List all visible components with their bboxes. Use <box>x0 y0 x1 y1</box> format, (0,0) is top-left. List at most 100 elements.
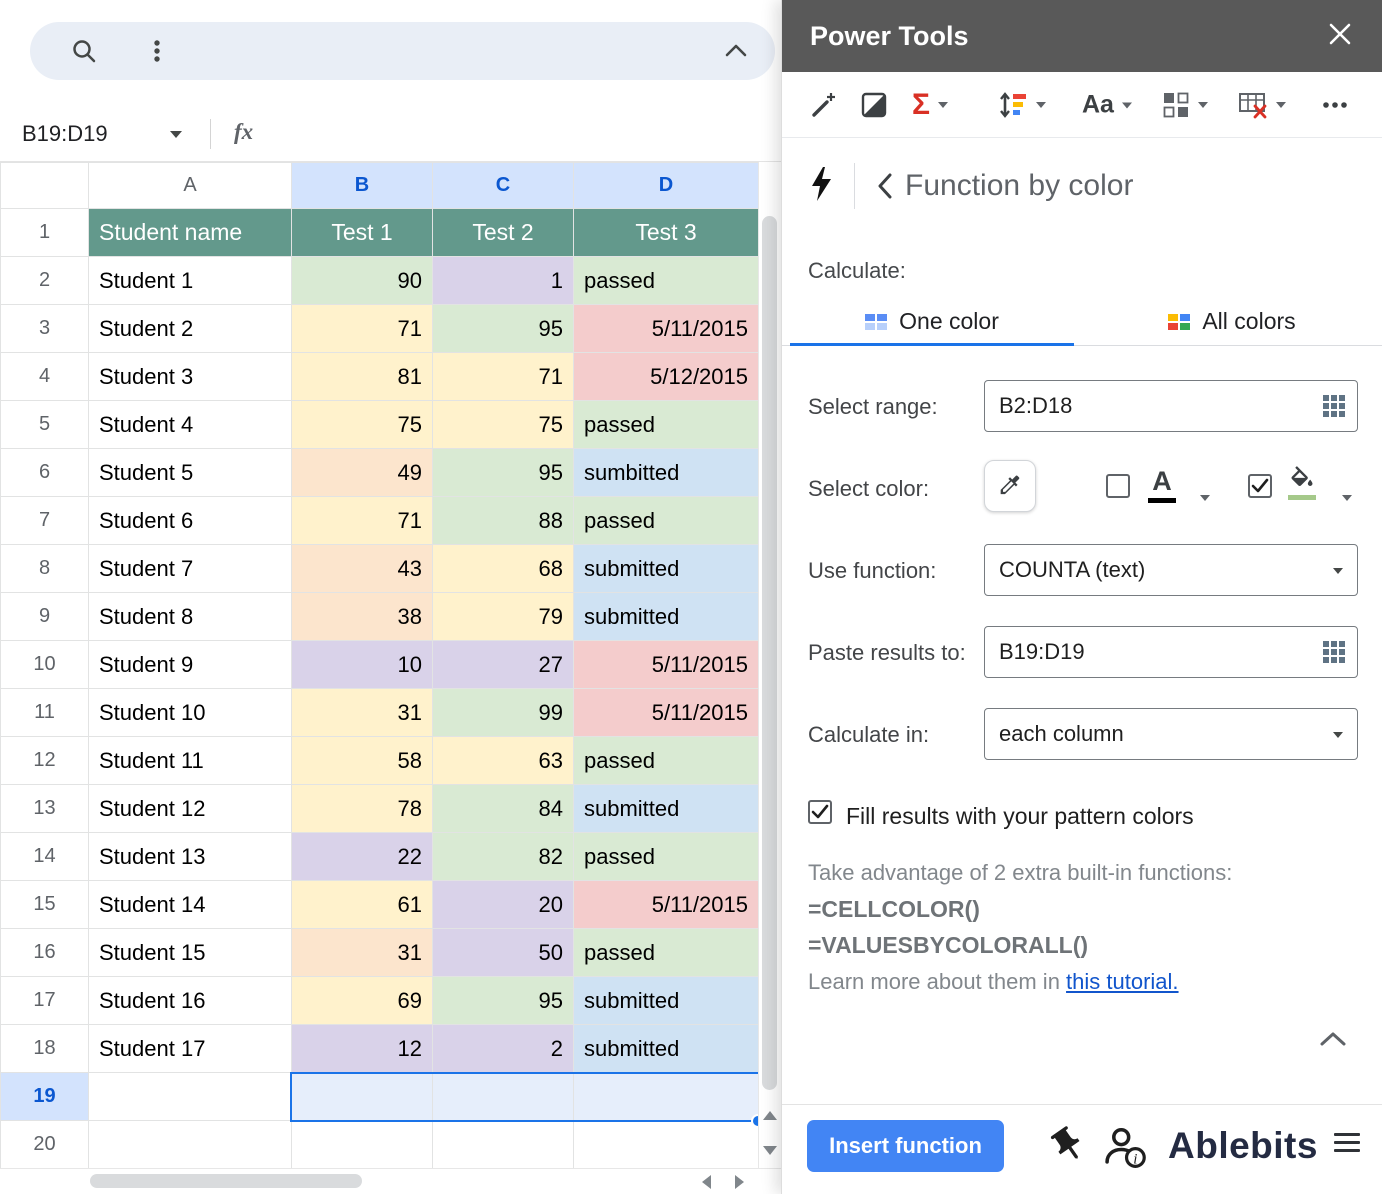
scroll-up-icon[interactable] <box>758 1100 781 1132</box>
cell-C12[interactable]: 63 <box>433 737 574 785</box>
cell-A18[interactable]: Student 17 <box>89 1025 292 1073</box>
row-header-20[interactable]: 20 <box>1 1121 89 1169</box>
more-tools-icon[interactable] <box>1320 90 1350 120</box>
cell-A8[interactable]: Student 7 <box>89 545 292 593</box>
cell-D6[interactable]: sumbitted <box>574 449 759 497</box>
cell-C20[interactable] <box>433 1121 574 1169</box>
cell-A16[interactable]: Student 15 <box>89 929 292 977</box>
horizontal-scrollbar-thumb[interactable] <box>90 1174 362 1188</box>
cell-B17[interactable]: 69 <box>292 977 433 1025</box>
tool-text-case-icon[interactable]: Aa <box>1082 92 1132 117</box>
calculate-in-select[interactable]: each column <box>984 708 1358 760</box>
cell-A13[interactable]: Student 12 <box>89 785 292 833</box>
cell-C9[interactable]: 79 <box>433 593 574 641</box>
cell-A10[interactable]: Student 9 <box>89 641 292 689</box>
cell-D15[interactable]: 5/11/2015 <box>574 881 759 929</box>
cell-C8[interactable]: 68 <box>433 545 574 593</box>
row-header-5[interactable]: 5 <box>1 401 89 449</box>
cell-B18[interactable]: 12 <box>292 1025 433 1073</box>
cell-D19[interactable] <box>574 1073 759 1121</box>
font-color-icon[interactable]: A <box>1148 468 1176 503</box>
tool-sum-icon[interactable]: Σ <box>912 90 948 120</box>
column-header-A[interactable]: A <box>89 163 292 209</box>
cell-B1[interactable]: Test 1 <box>292 209 433 257</box>
tool-copy-icon[interactable] <box>860 91 888 119</box>
scroll-down-icon[interactable] <box>758 1134 781 1166</box>
cell-C5[interactable]: 75 <box>433 401 574 449</box>
menu-icon[interactable] <box>1334 1133 1360 1157</box>
cell-C14[interactable]: 82 <box>433 833 574 881</box>
search-bar[interactable] <box>30 22 775 80</box>
cell-A17[interactable]: Student 16 <box>89 977 292 1025</box>
eyedropper-button[interactable] <box>984 460 1036 512</box>
row-header-9[interactable]: 9 <box>1 593 89 641</box>
cell-B8[interactable]: 43 <box>292 545 433 593</box>
insert-function-button[interactable]: Insert function <box>807 1120 1004 1172</box>
cell-B15[interactable]: 61 <box>292 881 433 929</box>
collapse-panel-icon[interactable] <box>1318 1030 1348 1053</box>
row-header-7[interactable]: 7 <box>1 497 89 545</box>
user-help-icon[interactable]: i <box>1100 1123 1146 1174</box>
cell-A11[interactable]: Student 10 <box>89 689 292 737</box>
vertical-scrollbar-thumb[interactable] <box>762 216 777 1090</box>
cell-D5[interactable]: passed <box>574 401 759 449</box>
cell-C1[interactable]: Test 2 <box>433 209 574 257</box>
select-all-corner[interactable] <box>1 163 89 209</box>
fill-color-caret-icon[interactable] <box>1342 495 1352 506</box>
tab-one-color[interactable]: One color <box>782 298 1082 345</box>
row-header-16[interactable]: 16 <box>1 929 89 977</box>
cell-C19[interactable] <box>433 1073 574 1121</box>
cell-C10[interactable]: 27 <box>433 641 574 689</box>
scroll-left-icon[interactable] <box>694 1171 720 1193</box>
cell-D18[interactable]: submitted <box>574 1025 759 1073</box>
font-color-checkbox[interactable] <box>1106 474 1130 498</box>
cell-D4[interactable]: 5/12/2015 <box>574 353 759 401</box>
cell-A20[interactable] <box>89 1121 292 1169</box>
cell-B5[interactable]: 75 <box>292 401 433 449</box>
back-icon[interactable] <box>875 170 895 202</box>
cell-D11[interactable]: 5/11/2015 <box>574 689 759 737</box>
cell-D8[interactable]: submitted <box>574 545 759 593</box>
tool-split-icon[interactable] <box>1162 91 1208 119</box>
cell-D9[interactable]: submitted <box>574 593 759 641</box>
row-header-4[interactable]: 4 <box>1 353 89 401</box>
cell-A2[interactable]: Student 1 <box>89 257 292 305</box>
close-icon[interactable] <box>1326 20 1354 53</box>
cell-B6[interactable]: 49 <box>292 449 433 497</box>
cell-A14[interactable]: Student 13 <box>89 833 292 881</box>
row-header-3[interactable]: 3 <box>1 305 89 353</box>
row-header-14[interactable]: 14 <box>1 833 89 881</box>
cell-B16[interactable]: 31 <box>292 929 433 977</box>
row-header-12[interactable]: 12 <box>1 737 89 785</box>
cell-D3[interactable]: 5/11/2015 <box>574 305 759 353</box>
cell-A15[interactable]: Student 14 <box>89 881 292 929</box>
column-header-D[interactable]: D <box>574 163 759 209</box>
cell-A12[interactable]: Student 11 <box>89 737 292 785</box>
cell-D14[interactable]: passed <box>574 833 759 881</box>
cell-C16[interactable]: 50 <box>433 929 574 977</box>
cell-D10[interactable]: 5/11/2015 <box>574 641 759 689</box>
cell-B14[interactable]: 22 <box>292 833 433 881</box>
cell-D2[interactable]: passed <box>574 257 759 305</box>
cell-C4[interactable]: 71 <box>433 353 574 401</box>
row-header-15[interactable]: 15 <box>1 881 89 929</box>
tool-wand-icon[interactable] <box>808 90 838 120</box>
cell-B10[interactable]: 10 <box>292 641 433 689</box>
cell-B2[interactable]: 90 <box>292 257 433 305</box>
row-header-8[interactable]: 8 <box>1 545 89 593</box>
column-header-C[interactable]: C <box>433 163 574 209</box>
cell-A9[interactable]: Student 8 <box>89 593 292 641</box>
cell-C7[interactable]: 88 <box>433 497 574 545</box>
cell-C2[interactable]: 1 <box>433 257 574 305</box>
scroll-right-icon[interactable] <box>726 1171 752 1193</box>
cell-A4[interactable]: Student 3 <box>89 353 292 401</box>
range-picker-icon[interactable] <box>1322 394 1346 423</box>
name-box[interactable]: B19:D19 <box>22 121 108 147</box>
cell-B7[interactable]: 71 <box>292 497 433 545</box>
cell-B9[interactable]: 38 <box>292 593 433 641</box>
fill-color-icon[interactable] <box>1288 466 1316 500</box>
cell-D12[interactable]: passed <box>574 737 759 785</box>
paste-results-input[interactable] <box>984 626 1358 678</box>
use-function-select[interactable]: COUNTA (text) <box>984 544 1358 596</box>
cell-B20[interactable] <box>292 1121 433 1169</box>
